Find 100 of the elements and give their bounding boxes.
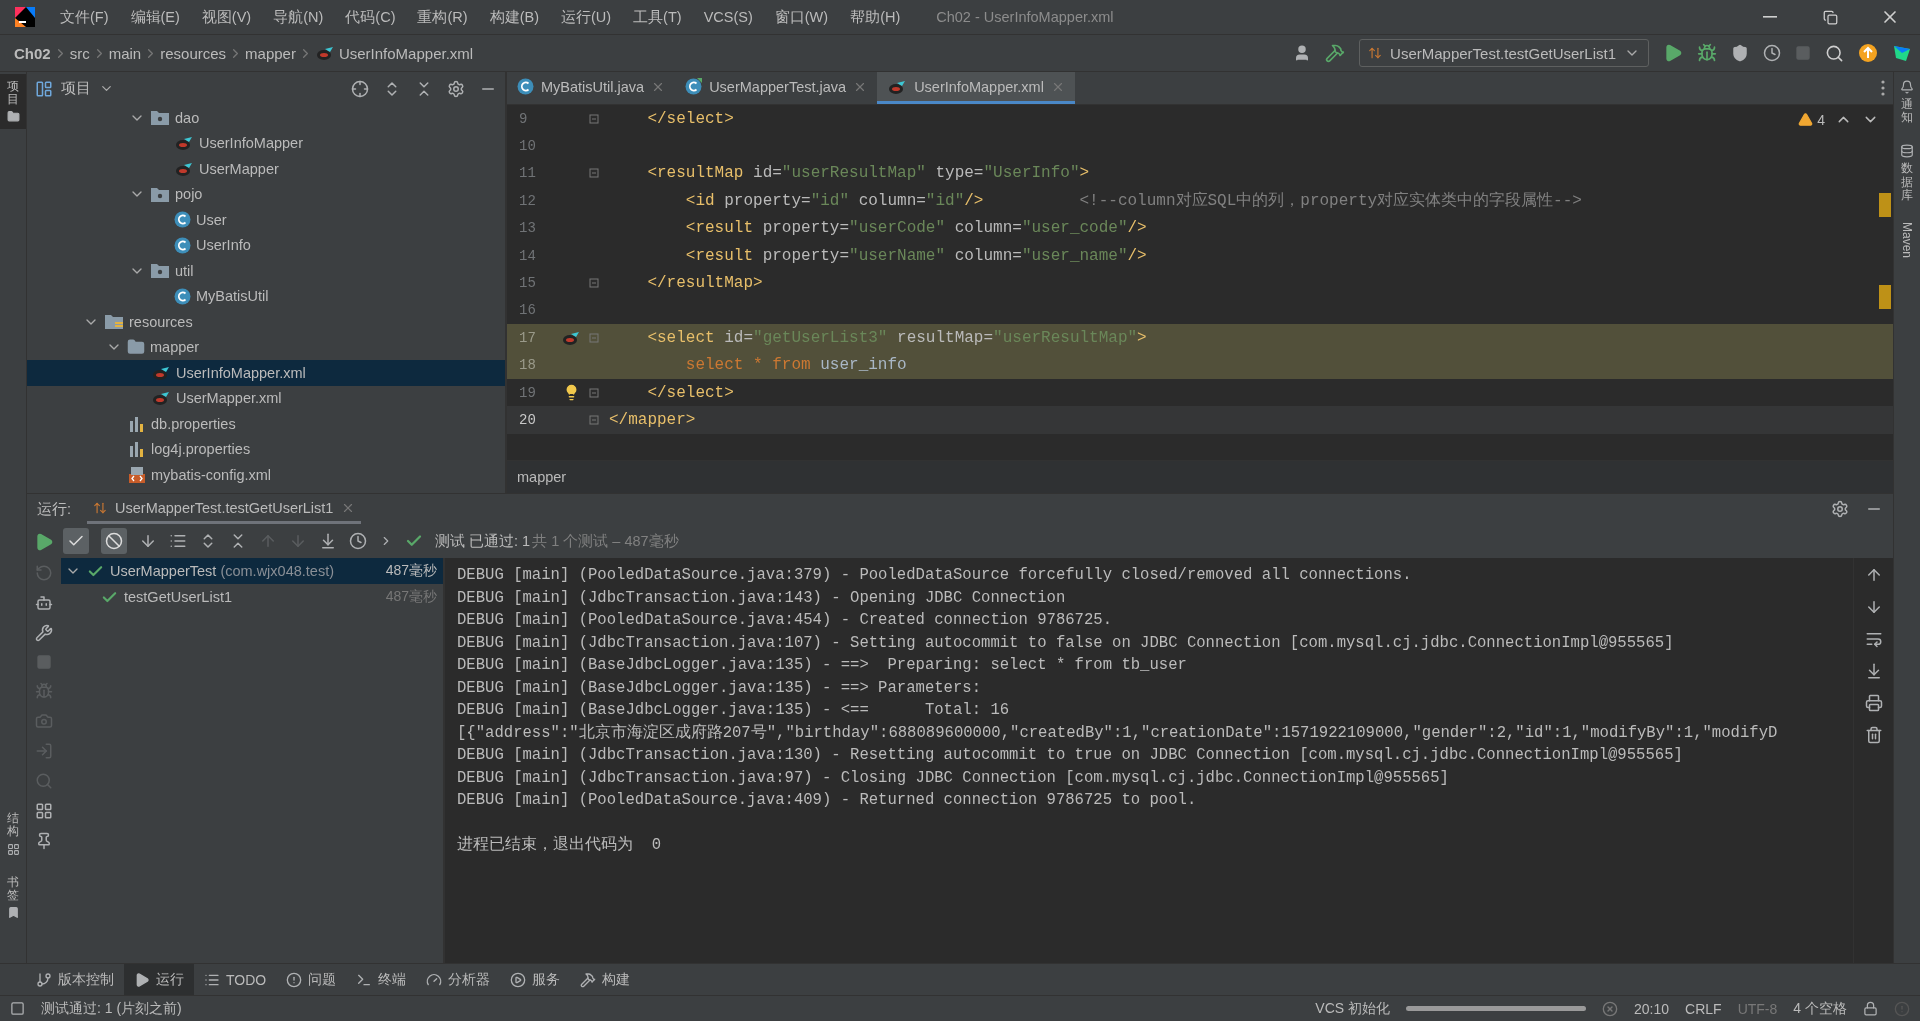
export-icon[interactable] <box>319 532 337 550</box>
run-tab[interactable]: UserMapperTest.testGetUserList1 <box>87 494 362 524</box>
editor-tab[interactable]: UserMapperTest.java <box>675 72 878 104</box>
search-icon[interactable] <box>1825 43 1844 63</box>
side-tool-button[interactable]: 书签 <box>0 869 26 925</box>
wrench-icon[interactable] <box>35 624 53 642</box>
tree-item[interactable]: UserInfoMapper.xml <box>27 360 505 386</box>
update-icon[interactable] <box>1858 43 1878 63</box>
more-icon[interactable] <box>1881 80 1885 96</box>
run-config-dropdown[interactable]: UserMapperTest.testGetUserList1 <box>1359 39 1649 67</box>
resources-folder-icon <box>104 313 124 331</box>
test-status: 测试 已通过: 1 <box>435 531 531 551</box>
sort-icon[interactable] <box>139 532 157 550</box>
settings-icon[interactable] <box>447 79 465 98</box>
menu-item[interactable]: 运行(U) <box>550 7 622 27</box>
sort-duration-icon[interactable] <box>169 532 187 550</box>
history-icon[interactable] <box>349 532 367 550</box>
fold-marker-icon[interactable] <box>589 168 599 179</box>
tool-window-button[interactable]: 服务 <box>500 963 571 996</box>
breadcrumb-item[interactable]: main <box>108 44 142 62</box>
fold-marker-icon[interactable] <box>589 113 599 124</box>
breadcrumb-item[interactable]: UserInfoMapper.xml <box>314 44 474 62</box>
show-ignored-toggle[interactable] <box>101 528 127 554</box>
tree-item[interactable]: UserInfoMapper <box>27 130 505 156</box>
cancel-icon[interactable] <box>1602 1000 1619 1017</box>
warning-count[interactable]: 4 <box>1798 111 1825 128</box>
tree-item[interactable]: UserMapper <box>27 156 505 182</box>
panel-toggle-icon[interactable] <box>10 1001 25 1016</box>
menu-item[interactable]: VCS(S) <box>693 9 763 25</box>
menu-item[interactable]: 重构(R) <box>407 7 478 27</box>
tree-item[interactable]: resources <box>27 309 505 335</box>
trash-icon[interactable] <box>1864 726 1883 744</box>
show-passed-toggle[interactable] <box>63 528 89 554</box>
app-logo[interactable] <box>14 6 36 28</box>
editor-breadcrumb[interactable]: mapper <box>517 469 567 485</box>
menu-item[interactable]: 窗口(W) <box>764 7 839 27</box>
lock-icon[interactable] <box>1863 1001 1878 1016</box>
tool-window-button[interactable]: TODO <box>194 963 277 996</box>
locate-icon[interactable] <box>351 79 369 98</box>
fold-marker-icon[interactable] <box>589 278 599 289</box>
tool-window-button[interactable]: 构建 <box>570 963 641 996</box>
tree-item[interactable]: dao <box>27 105 505 131</box>
tree-item[interactable]: pojo <box>27 181 505 207</box>
breadcrumb-item[interactable]: resources <box>160 44 227 62</box>
fold-marker-icon[interactable] <box>589 387 599 398</box>
side-tool-button[interactable]: 结构 <box>0 806 26 862</box>
panel-title[interactable]: 项目 <box>35 79 114 98</box>
toolbox-logo[interactable] <box>1892 43 1912 63</box>
test-item[interactable]: testGetUserList1 487毫秒 <box>61 584 443 610</box>
tree-item[interactable]: db.properties <box>27 411 505 437</box>
side-tool-button[interactable]: 项目 <box>0 74 26 130</box>
coverage-icon[interactable] <box>1731 44 1749 62</box>
rerun-icon[interactable] <box>34 532 54 552</box>
settings-icon[interactable] <box>1831 500 1849 518</box>
tree-item[interactable]: mapper <box>27 334 505 360</box>
menu-item[interactable]: 编辑(E) <box>120 7 190 27</box>
fold-marker-icon[interactable] <box>589 332 599 343</box>
run-icon[interactable] <box>1663 43 1683 63</box>
fold-marker-icon[interactable] <box>589 415 599 425</box>
tool-window-button[interactable]: 终端 <box>346 963 417 996</box>
breadcrumb-item[interactable]: Ch02 <box>14 44 51 62</box>
pin-icon[interactable] <box>35 832 53 850</box>
side-tool-button[interactable]: 通知 <box>1894 74 1920 131</box>
tree-item[interactable]: util <box>27 258 505 284</box>
tree-item[interactable]: MyBatisUtil <box>27 283 505 309</box>
profiler-icon[interactable] <box>1763 44 1781 62</box>
breadcrumb-item[interactable]: src <box>69 44 90 62</box>
tree-item[interactable]: log4j.properties <box>27 436 505 462</box>
menu-item[interactable]: 构建(B) <box>479 7 549 27</box>
tree-item[interactable]: UserMapper.xml <box>27 385 505 411</box>
tree-item[interactable]: mybatis-config.xml <box>27 462 505 488</box>
hammer-icon[interactable] <box>1325 43 1346 63</box>
tree-item[interactable]: User <box>27 207 505 233</box>
breadcrumb-item[interactable]: mapper <box>245 44 296 62</box>
test-item[interactable]: UserMapperTest (com.wjx048.test) 487毫秒 <box>61 558 443 584</box>
editor-tab[interactable]: MyBatisUtil.java <box>507 72 676 104</box>
menu-item[interactable]: 工具(T) <box>623 7 692 27</box>
menu-item[interactable]: 视图(V) <box>191 7 262 27</box>
tool-window-button[interactable]: 问题 <box>276 963 347 996</box>
menu-item[interactable]: 帮助(H) <box>840 7 911 27</box>
menu-item[interactable]: 代码(C) <box>335 7 406 27</box>
layout-icon[interactable] <box>35 802 53 820</box>
menu-item[interactable]: 导航(N) <box>263 7 334 27</box>
class-icon <box>174 211 191 229</box>
wrap-icon[interactable] <box>1864 630 1883 648</box>
editor-tab[interactable]: UserInfoMapper.xml <box>877 72 1075 104</box>
tool-window-button[interactable]: 运行 <box>124 963 194 996</box>
tree-item[interactable]: UserInfo <box>27 232 505 258</box>
bug-icon[interactable] <box>1697 43 1717 63</box>
line-number: 13 <box>518 220 537 237</box>
side-tool-button[interactable]: Maven <box>1894 215 1920 264</box>
print-icon[interactable] <box>1864 694 1883 712</box>
menu-item[interactable]: 文件(F) <box>50 7 119 27</box>
caret-position[interactable]: 20:10 <box>1634 1000 1670 1017</box>
line-separator[interactable]: CRLF <box>1685 1000 1722 1017</box>
tool-window-button[interactable]: 分析器 <box>416 963 501 996</box>
tool-window-button[interactable]: 版本控制 <box>26 963 124 996</box>
indent-setting[interactable]: 4 个空格 <box>1793 999 1847 1018</box>
xml-file-icon <box>128 465 146 484</box>
side-tool-button[interactable]: 数据库 <box>1894 138 1920 208</box>
